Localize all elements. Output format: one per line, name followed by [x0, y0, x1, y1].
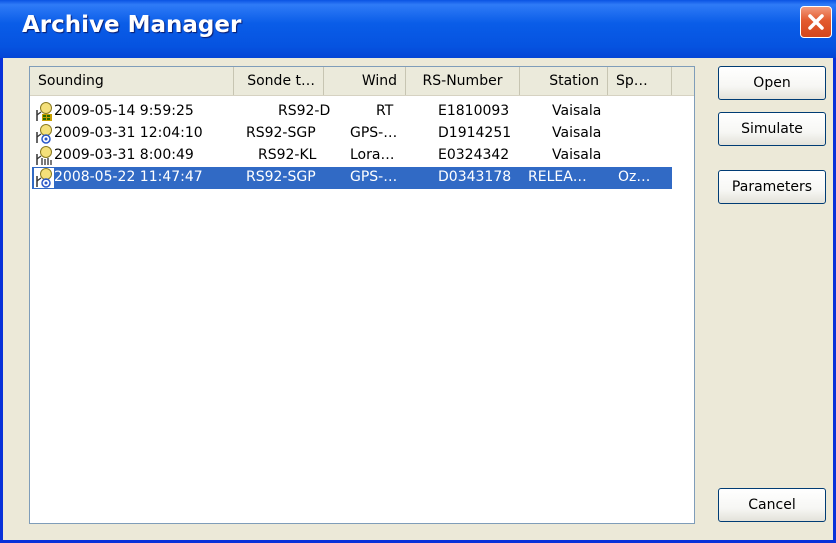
archive-manager-window: Archive Manager Sounding Sonde t… Wind R…	[0, 0, 836, 543]
cell-station: Vaisala	[552, 125, 602, 141]
column-header-sonde-type[interactable]: Sonde t…	[234, 67, 324, 95]
column-header-station[interactable]: Station	[520, 67, 608, 95]
cell-wind: RT	[376, 103, 394, 119]
open-button[interactable]: Open	[718, 66, 826, 100]
cell-rs-number: D1914251	[438, 125, 512, 141]
radiosonde-loran-icon	[36, 146, 52, 165]
cell-wind: GPS-…	[350, 125, 398, 141]
column-header-rs-number[interactable]: RS-Number	[406, 67, 520, 95]
table-row[interactable]: 2009-03-31 12:04:10 RS92-SGP GPS-… D1914…	[32, 123, 672, 145]
close-icon	[808, 14, 824, 30]
title-bar[interactable]: Archive Manager	[0, 0, 836, 58]
column-header-sp[interactable]: Sp…	[608, 67, 672, 95]
radiosonde-icon	[36, 102, 52, 121]
table-row-selected[interactable]: 2008-05-22 11:47:47 RS92-SGP GPS-… D0343…	[32, 167, 672, 189]
cell-rs-number: D0343178	[438, 169, 512, 185]
cell-sounding: 2009-05-14 9:59:25	[54, 103, 194, 119]
list-header: Sounding Sonde t… Wind RS-Number Station…	[30, 67, 694, 96]
column-header-wind[interactable]: Wind	[324, 67, 406, 95]
radiosonde-gps-icon	[34, 168, 54, 188]
table-row[interactable]: 2009-03-31 8:00:49 RS92-KL Lora… E032434…	[32, 145, 672, 167]
column-header-sounding[interactable]: Sounding	[30, 67, 234, 95]
cancel-button[interactable]: Cancel	[718, 488, 826, 522]
cell-station: RELEA…	[528, 169, 587, 185]
cell-sonde-type: RS92-SGP	[246, 125, 316, 141]
cell-station: Vaisala	[552, 103, 602, 119]
cell-sounding: 2009-03-31 8:00:49	[54, 147, 194, 163]
radiosonde-gps-icon	[36, 124, 52, 144]
simulate-button[interactable]: Simulate	[718, 112, 826, 146]
soundings-list[interactable]: Sounding Sonde t… Wind RS-Number Station…	[29, 66, 695, 524]
table-row[interactable]: 2009-05-14 9:59:25 RS92-D RT E1810093 Va…	[32, 101, 672, 123]
cell-sonde-type: RS92-D	[278, 103, 331, 119]
cell-sounding: 2009-03-31 12:04:10	[54, 125, 203, 141]
window-title: Archive Manager	[22, 12, 242, 38]
cell-sounding: 2008-05-22 11:47:47	[54, 169, 203, 185]
cell-rs-number: E1810093	[438, 103, 510, 119]
cell-wind: GPS-…	[350, 169, 398, 185]
cell-wind: Lora…	[350, 147, 395, 163]
cell-sonde-type: RS92-SGP	[246, 169, 316, 185]
cell-sonde-type: RS92-KL	[258, 147, 317, 163]
parameters-button[interactable]: Parameters	[718, 170, 826, 204]
cell-station: Vaisala	[552, 147, 602, 163]
cell-sp: Oz…	[618, 169, 651, 185]
cell-rs-number: E0324342	[438, 147, 510, 163]
close-button[interactable]	[800, 6, 832, 38]
